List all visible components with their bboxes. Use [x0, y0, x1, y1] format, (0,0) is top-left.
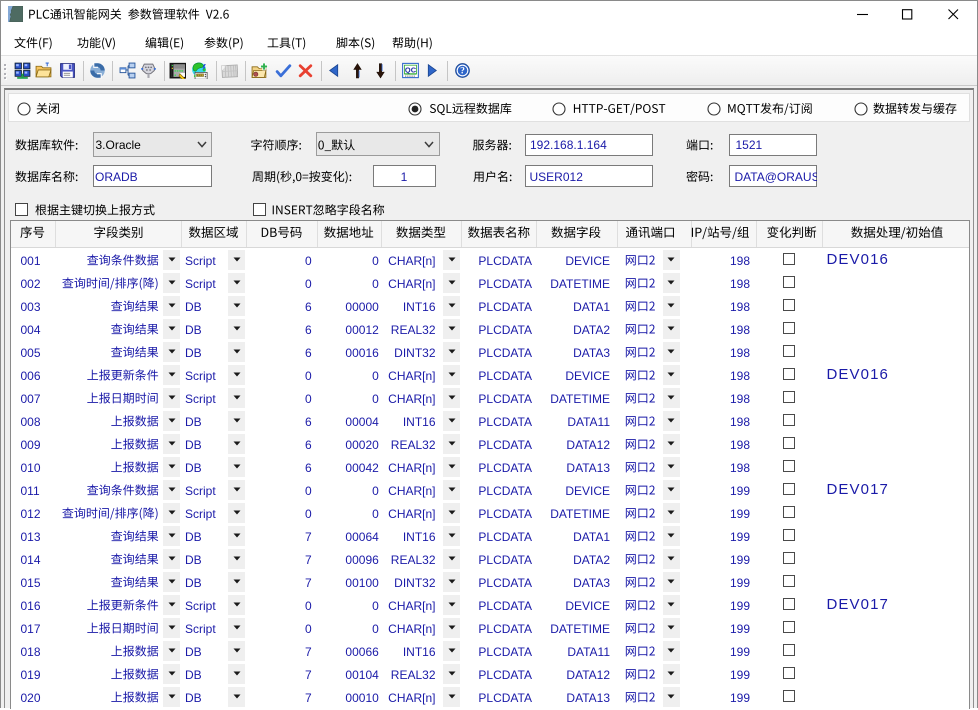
svg-text:?: ?	[460, 66, 465, 77]
svg-text:QC: QC	[404, 65, 416, 74]
